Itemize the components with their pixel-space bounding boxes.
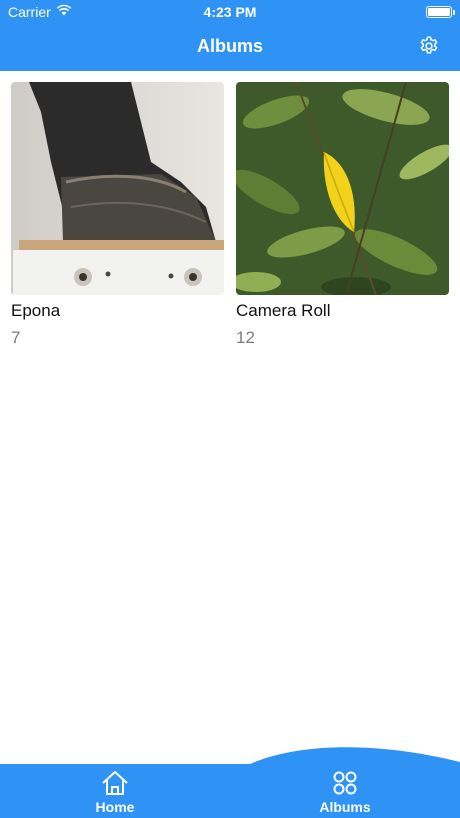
album-name: Camera Roll [236, 301, 331, 320]
album-count: 7 [11, 328, 21, 347]
album-count: 12 [236, 328, 255, 347]
tab-home[interactable]: Home [55, 770, 175, 815]
tab-home-label: Home [95, 799, 135, 815]
gear-icon[interactable] [418, 35, 440, 57]
app-header: Carrier 4:23 PM Albums [0, 0, 460, 71]
home-icon [102, 771, 128, 795]
tab-albums-label: Albums [319, 799, 371, 815]
album-name: Epona [11, 301, 61, 320]
status-bar: Carrier 4:23 PM [0, 0, 460, 24]
tab-albums[interactable]: Albums [285, 770, 405, 815]
album-card-camera-roll[interactable]: Camera Roll 12 [236, 82, 449, 348]
album-thumbnail[interactable] [236, 82, 449, 295]
album-card-epona[interactable]: Epona 7 [11, 82, 224, 348]
status-time: 4:23 PM [203, 4, 257, 20]
album-thumbnail[interactable] [11, 82, 224, 295]
page-title: Albums [196, 36, 263, 56]
battery-icon [426, 6, 455, 18]
grid-dots-icon [333, 771, 357, 795]
tab-bar: Home Albums [0, 742, 460, 818]
